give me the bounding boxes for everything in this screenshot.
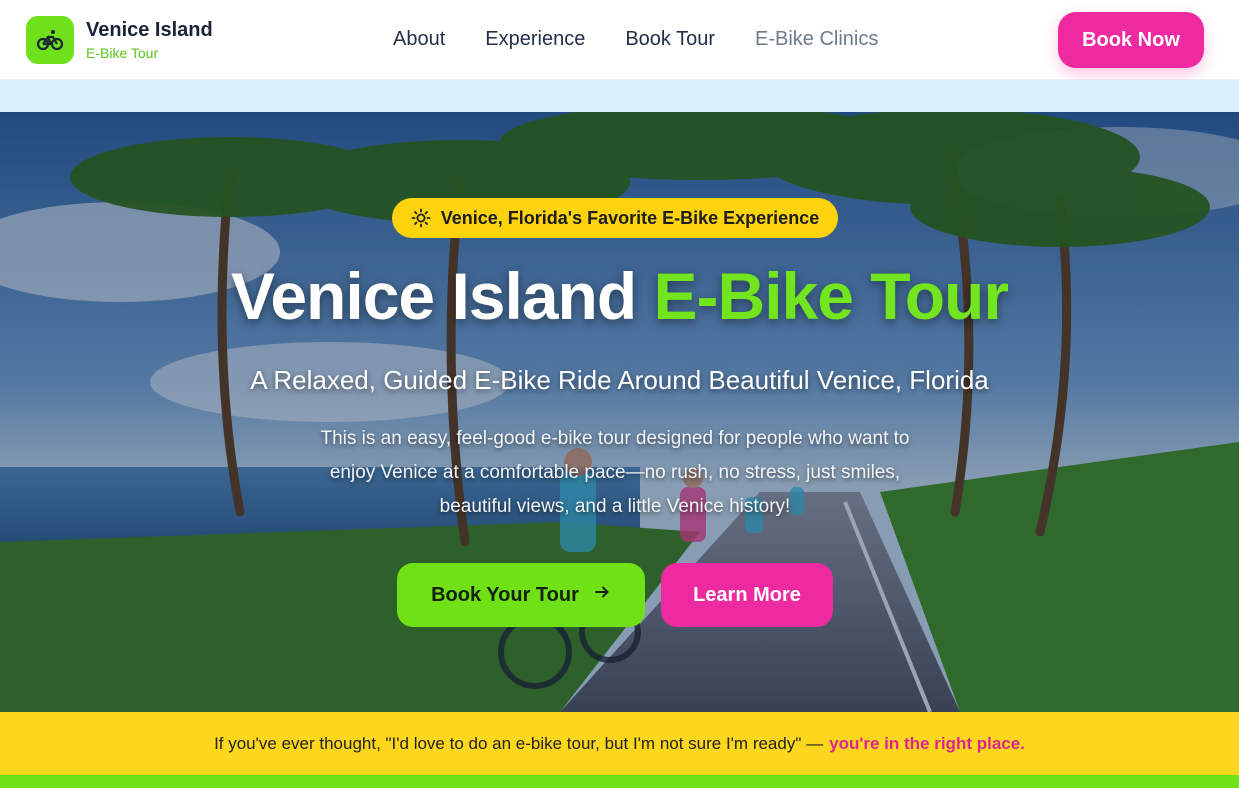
banner-highlight: you're in the right place.	[829, 733, 1025, 753]
banner-text: If you've ever thought, "I'd love to do …	[214, 733, 824, 753]
hero-badge: Venice, Florida's Favorite E-Bike Experi…	[392, 198, 838, 238]
sun-icon	[411, 208, 431, 228]
hero-title-accent: E-Bike Tour	[653, 259, 1009, 333]
hero-title-main: Venice Island	[230, 259, 637, 333]
nav-link-experience[interactable]: Experience	[485, 28, 585, 51]
hero-title: Venice Island E-Bike Tour	[0, 258, 1239, 334]
reassurance-banner: If you've ever thought, "I'd love to do …	[0, 712, 1239, 775]
nav-link-e-bike-clinics[interactable]: E-Bike Clinics	[755, 28, 878, 51]
hero-description: This is an easy, feel-good e-bike tour d…	[320, 428, 910, 517]
footer-accent-strip	[0, 775, 1239, 788]
nav-link-book-tour[interactable]: Book Tour	[625, 28, 715, 51]
book-your-tour-button[interactable]: Book Your Tour	[397, 563, 645, 627]
main-nav: About Experience Book Tour E-Bike Clinic…	[393, 28, 878, 51]
hero-section: Venice, Florida's Favorite E-Bike Experi…	[0, 112, 1239, 712]
book-your-tour-label: Book Your Tour	[431, 583, 579, 606]
brand-title: Venice Island	[86, 18, 213, 41]
bicycle-icon	[26, 16, 74, 64]
header-divider-strip	[0, 80, 1239, 112]
hero-subtitle: A Relaxed, Guided E-Bike Ride Around Bea…	[250, 365, 989, 395]
book-now-button[interactable]: Book Now	[1058, 12, 1204, 68]
hero-badge-text: Venice, Florida's Favorite E-Bike Experi…	[440, 207, 820, 228]
learn-more-button[interactable]: Learn More	[661, 563, 833, 627]
nav-link-about[interactable]: About	[393, 28, 445, 51]
site-header: Venice Island E-Bike Tour About Experien…	[0, 0, 1239, 80]
arrow-right-icon	[593, 583, 611, 607]
brand[interactable]: Venice Island E-Bike Tour	[26, 16, 213, 64]
brand-subtitle: E-Bike Tour	[86, 44, 159, 61]
